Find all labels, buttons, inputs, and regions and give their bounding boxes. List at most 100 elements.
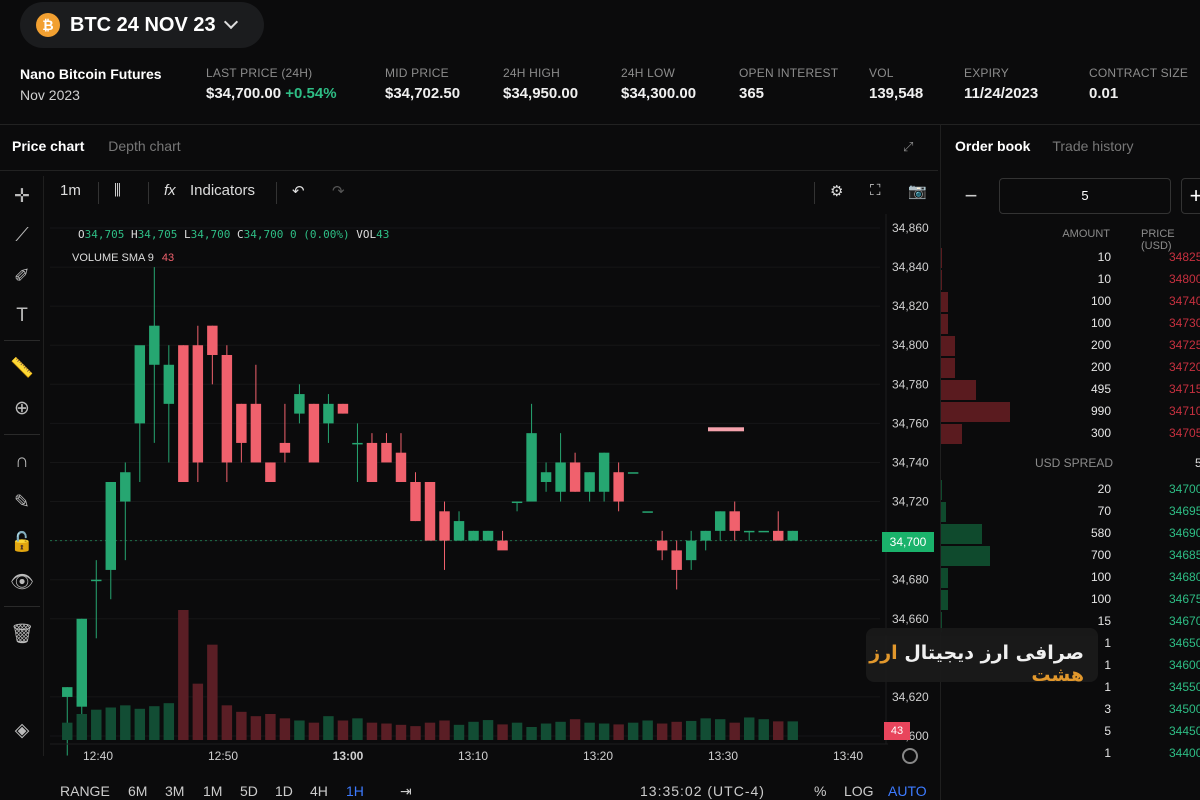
layers-icon[interactable]: ◈ [8,716,36,744]
indicators-button[interactable]: Indicators [190,182,255,199]
price-chart-canvas[interactable]: 34,860 34,840 34,820 34,800 34,780 34,760 34,7… [44,214,938,780]
bid-row[interactable]: 100 34680 [941,566,1200,588]
order-book-panel: Order book Trade history − 5 + AMOUNT PR… [940,124,1200,800]
ask-depth-bar [941,292,948,312]
range-label: RANGE [60,783,110,799]
ask-amount: 100 [1090,316,1111,330]
vol-value: 43 [376,228,390,241]
range-1d[interactable]: 1D [275,783,293,799]
ask-row[interactable]: 495 34715 [941,378,1200,400]
range-3m[interactable]: 3M [165,783,184,799]
spread-label: USD SPREAD [1035,456,1114,470]
vol-label: VOL [356,228,377,241]
date-range-icon[interactable]: ⇥ [400,783,412,800]
range-4h[interactable]: 4H [310,783,328,799]
camera-icon[interactable]: 📷 [908,182,927,200]
function-icon[interactable]: fx [164,182,176,199]
range-1m[interactable]: 1M [203,783,222,799]
price-tick-label: 34,820 [892,299,929,313]
brush-icon[interactable]: ✐ [8,262,36,290]
stat-value: 0.01 [1089,85,1119,102]
stat-value: $34,950.00 [503,85,579,102]
toolbar-divider [4,340,40,341]
crosshair-icon[interactable]: ✛ [8,182,36,210]
symbol-selector[interactable]: ₿ BTC 24 NOV 23 [20,2,264,48]
bid-row[interactable]: 580 34690 [941,522,1200,544]
bid-row[interactable]: 1 34400 [941,742,1200,764]
bid-row[interactable]: 70 34695 [941,500,1200,522]
grouping-input[interactable]: 5 [999,178,1171,214]
increment-button[interactable]: + [1181,178,1200,214]
volume-bar [91,709,102,740]
candle-body [439,511,450,541]
text-tool-icon[interactable]: T [8,302,36,330]
volume-sma-legend: VOLUME SMA 9 43 [72,252,174,264]
toolbar-divider [148,182,149,204]
close-value: 34,700 [243,228,284,241]
range-6m[interactable]: 6M [128,783,147,799]
settings-gear-icon[interactable]: ⚙ [830,182,843,200]
eye-icon[interactable]: 👁 [8,568,36,596]
lock-drawings-icon[interactable]: ✎ [8,488,36,516]
bid-row[interactable]: 3 34500 [941,698,1200,720]
tab-order-book[interactable]: Order book [955,138,1030,154]
candle-body [656,540,668,551]
magnet-icon[interactable]: ∩ [8,448,36,476]
trendline-icon[interactable]: ⟋ [8,222,36,250]
log-toggle[interactable]: LOG [844,783,874,799]
volume-sma-value: 43 [161,252,175,264]
percent-toggle[interactable]: % [814,783,826,799]
trash-icon[interactable]: 🗑 [8,620,36,648]
bid-row[interactable]: 5 34450 [941,720,1200,742]
low-value: 34,700 [190,228,231,241]
axis-settings-icon[interactable] [902,748,918,764]
candle-body [482,530,494,541]
ask-row[interactable]: 990 34710 [941,400,1200,422]
fullscreen-icon[interactable]: ⛶ [870,182,881,199]
time-tick-label: 13:00 [333,749,364,763]
candle-body [743,530,755,533]
stat-label: LAST PRICE (24H) [206,66,313,80]
ask-price: 34715 [1169,382,1200,396]
bid-row[interactable]: 20 34700 [941,478,1200,500]
ruler-icon[interactable]: 📏 [8,354,36,382]
tab-price-chart[interactable]: Price chart [12,138,84,154]
ask-row[interactable]: 200 34725 [941,334,1200,356]
bid-row[interactable]: 100 34675 [941,588,1200,610]
ask-row[interactable]: 100 34730 [941,312,1200,334]
stat-value: $34,300.00 [621,85,697,102]
unlock-icon[interactable]: 🔓 [8,528,36,556]
bid-depth-bar [941,502,946,522]
ask-row[interactable]: 10 34825 [941,246,1200,268]
ask-row[interactable]: 10 34800 [941,268,1200,290]
undo-icon[interactable]: ↶ [292,182,305,200]
ask-row[interactable]: 100 34740 [941,290,1200,312]
ask-row[interactable]: 200 34720 [941,356,1200,378]
range-5d[interactable]: 5D [240,783,258,799]
interval-selector[interactable]: 1m [60,182,81,199]
candle-body [424,482,436,541]
zoom-in-icon[interactable]: ⊕ [8,394,36,422]
ask-row[interactable]: 300 34705 [941,422,1200,444]
tab-trade-history[interactable]: Trade history [1052,138,1133,154]
expand-icon[interactable]: ⤢ [903,139,913,155]
volume-bar [787,721,798,740]
volume-bar [743,717,755,740]
auto-toggle[interactable]: AUTO [888,783,927,799]
tab-depth-chart[interactable]: Depth chart [108,138,180,154]
ask-price: 34705 [1169,426,1200,440]
ask-amount: 200 [1090,360,1111,374]
volume-bar [337,720,349,740]
chart-toolbar: 1m ⫼ fx Indicators ↶ ↷ ⚙ ⛶ 📷 [48,176,938,210]
candle-type-icon[interactable]: ⫼ [114,182,121,199]
redo-icon[interactable]: ↷ [332,182,345,200]
open-value: 34,705 [84,228,125,241]
bid-row[interactable]: 700 34685 [941,544,1200,566]
bid-amount: 700 [1090,548,1111,562]
candle-body [250,403,262,463]
volume-bar [120,705,131,740]
stat-open-interest: OPEN INTEREST 365 [739,66,838,102]
range-1h[interactable]: 1H [346,783,364,799]
ask-depth-bar [941,314,948,334]
decrement-button[interactable]: − [955,178,987,214]
